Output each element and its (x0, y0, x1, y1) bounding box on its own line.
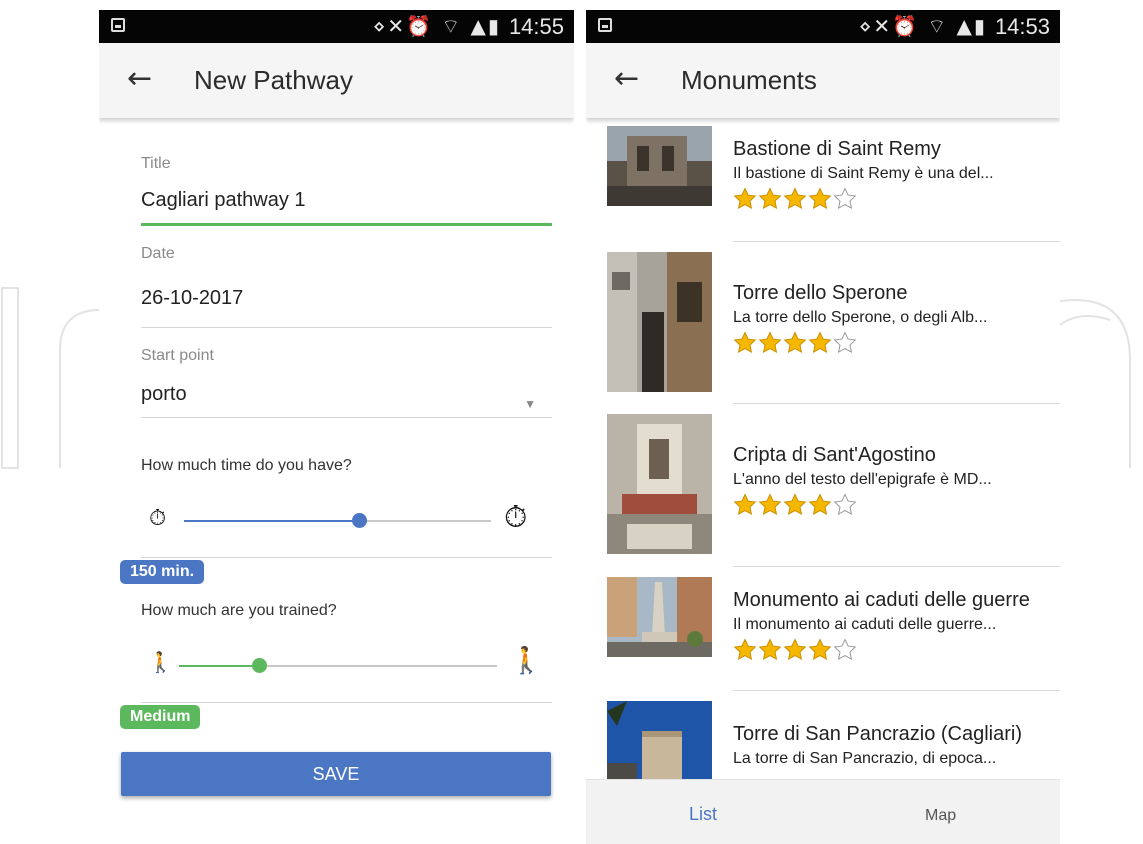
star-empty-icon (833, 331, 857, 354)
star-filled-icon (758, 331, 782, 354)
monument-thumbnail (607, 126, 712, 206)
date-input[interactable]: 26-10-2017 (141, 287, 552, 310)
monument-title: Cripta di Sant'Agostino (733, 444, 936, 466)
monument-description: La torre dello Sperone, o degli Alb... (733, 309, 988, 326)
monument-description: L'anno del testo dell'epigrafe è MD... (733, 471, 992, 488)
star-filled-icon (808, 187, 832, 210)
monument-thumbnail (607, 414, 712, 554)
dropdown-caret-icon[interactable]: ▼ (524, 397, 536, 411)
status-time: 14:53 (994, 13, 1050, 39)
date-field[interactable]: Date 26-10-2017 (141, 245, 552, 328)
star-filled-icon (758, 638, 782, 661)
training-value-badge: Medium (120, 705, 201, 729)
title-input[interactable]: Cagliari pathway 1 (141, 189, 552, 212)
training-divider (141, 702, 552, 703)
gallery-notification-icon (598, 18, 612, 32)
monument-thumbnail (607, 577, 712, 657)
page-title: New Pathway (194, 65, 353, 95)
tab-list[interactable]: List (689, 804, 717, 825)
training-slider-thumb[interactable] (251, 658, 267, 673)
new-pathway-screen: ⋄✕⏰ ⌔ ▲▮ 14:55 ← New Pathway Title Cagli… (99, 10, 574, 844)
star-filled-icon (783, 638, 807, 661)
training-slider-fill (179, 665, 259, 667)
bottom-navigation: List Map (586, 779, 1060, 844)
status-bar: ⋄✕⏰ ⌔ ▲▮ 14:53 (586, 10, 1060, 43)
star-filled-icon (808, 493, 832, 516)
star-filled-icon (758, 187, 782, 210)
star-filled-icon (783, 331, 807, 354)
start-point-select[interactable]: porto (141, 383, 552, 406)
star-filled-icon (733, 331, 757, 354)
app-bar: ← New Pathway (99, 43, 574, 118)
tab-map[interactable]: Map (925, 807, 956, 825)
star-empty-icon (833, 638, 857, 661)
star-rating (733, 493, 1053, 517)
training-question: How much are you trained? (141, 602, 337, 619)
time-slider-thumb[interactable] (351, 513, 367, 528)
start-point-field[interactable]: Start point porto ▼ (141, 347, 552, 418)
list-divider (733, 690, 1060, 691)
training-slider[interactable] (179, 658, 497, 673)
star-filled-icon (733, 187, 757, 210)
gallery-notification-icon (111, 18, 125, 32)
start-point-underline (141, 417, 552, 418)
time-slider[interactable] (184, 513, 491, 528)
title-underline (141, 223, 552, 226)
star-filled-icon (783, 187, 807, 210)
monument-description: Il monumento ai caduti delle guerre... (733, 616, 997, 633)
title-field-label: Title (141, 155, 171, 172)
time-value-badge: 150 min. (120, 560, 205, 584)
stopwatch-small-icon: ⏱ (149, 506, 167, 531)
star-empty-icon (833, 187, 857, 210)
star-empty-icon (833, 493, 857, 516)
star-filled-icon (733, 638, 757, 661)
back-arrow-icon[interactable]: ← (614, 61, 639, 96)
time-question: How much time do you have? (141, 457, 352, 474)
date-field-label: Date (141, 245, 175, 262)
star-filled-icon (733, 493, 757, 516)
star-rating (733, 331, 1053, 355)
page-title: Monuments (681, 65, 817, 95)
app-bar: ← Monuments (586, 43, 1060, 118)
title-field[interactable]: Title Cagliari pathway 1 (141, 155, 552, 226)
start-point-label: Start point (141, 347, 214, 364)
star-rating (733, 187, 1053, 211)
monument-description: La torre di San Pancrazio, di epoca... (733, 750, 997, 767)
star-filled-icon (808, 638, 832, 661)
back-arrow-icon[interactable]: ← (127, 61, 152, 96)
status-time: 14:55 (508, 13, 564, 39)
monument-thumbnail (607, 252, 712, 392)
monument-title: Bastione di Saint Remy (733, 138, 941, 160)
time-slider-fill (184, 520, 359, 522)
star-rating (733, 638, 1053, 662)
save-button[interactable]: SAVE (121, 752, 551, 796)
star-filled-icon (758, 493, 782, 516)
monument-thumbnail (607, 701, 712, 781)
monument-title: Torre di San Pancrazio (Cagliari) (733, 723, 1023, 745)
monument-title: Monumento ai caduti delle guerre (733, 589, 1030, 611)
status-icons: ⋄✕⏰ ⌔ ▲▮ (372, 14, 501, 38)
walker-small-icon: 🚶 (148, 650, 173, 674)
monument-title: Torre dello Sperone (733, 282, 908, 304)
monument-description: Il bastione di Saint Remy è una del... (733, 165, 994, 182)
list-divider (733, 241, 1060, 242)
time-divider (141, 557, 552, 558)
list-divider (733, 566, 1060, 567)
star-filled-icon (783, 493, 807, 516)
status-bar: ⋄✕⏰ ⌔ ▲▮ 14:55 (99, 10, 574, 43)
monuments-screen: ⋄✕⏰ ⌔ ▲▮ 14:53 ← Monuments Bastione di S… (586, 10, 1060, 844)
status-icons: ⋄✕⏰ ⌔ ▲▮ (858, 14, 987, 38)
stopwatch-large-icon: ⏱ (504, 500, 528, 535)
walker-large-icon: 🚶 (510, 646, 543, 676)
list-divider (733, 403, 1060, 404)
date-underline (141, 327, 552, 328)
star-filled-icon (808, 331, 832, 354)
